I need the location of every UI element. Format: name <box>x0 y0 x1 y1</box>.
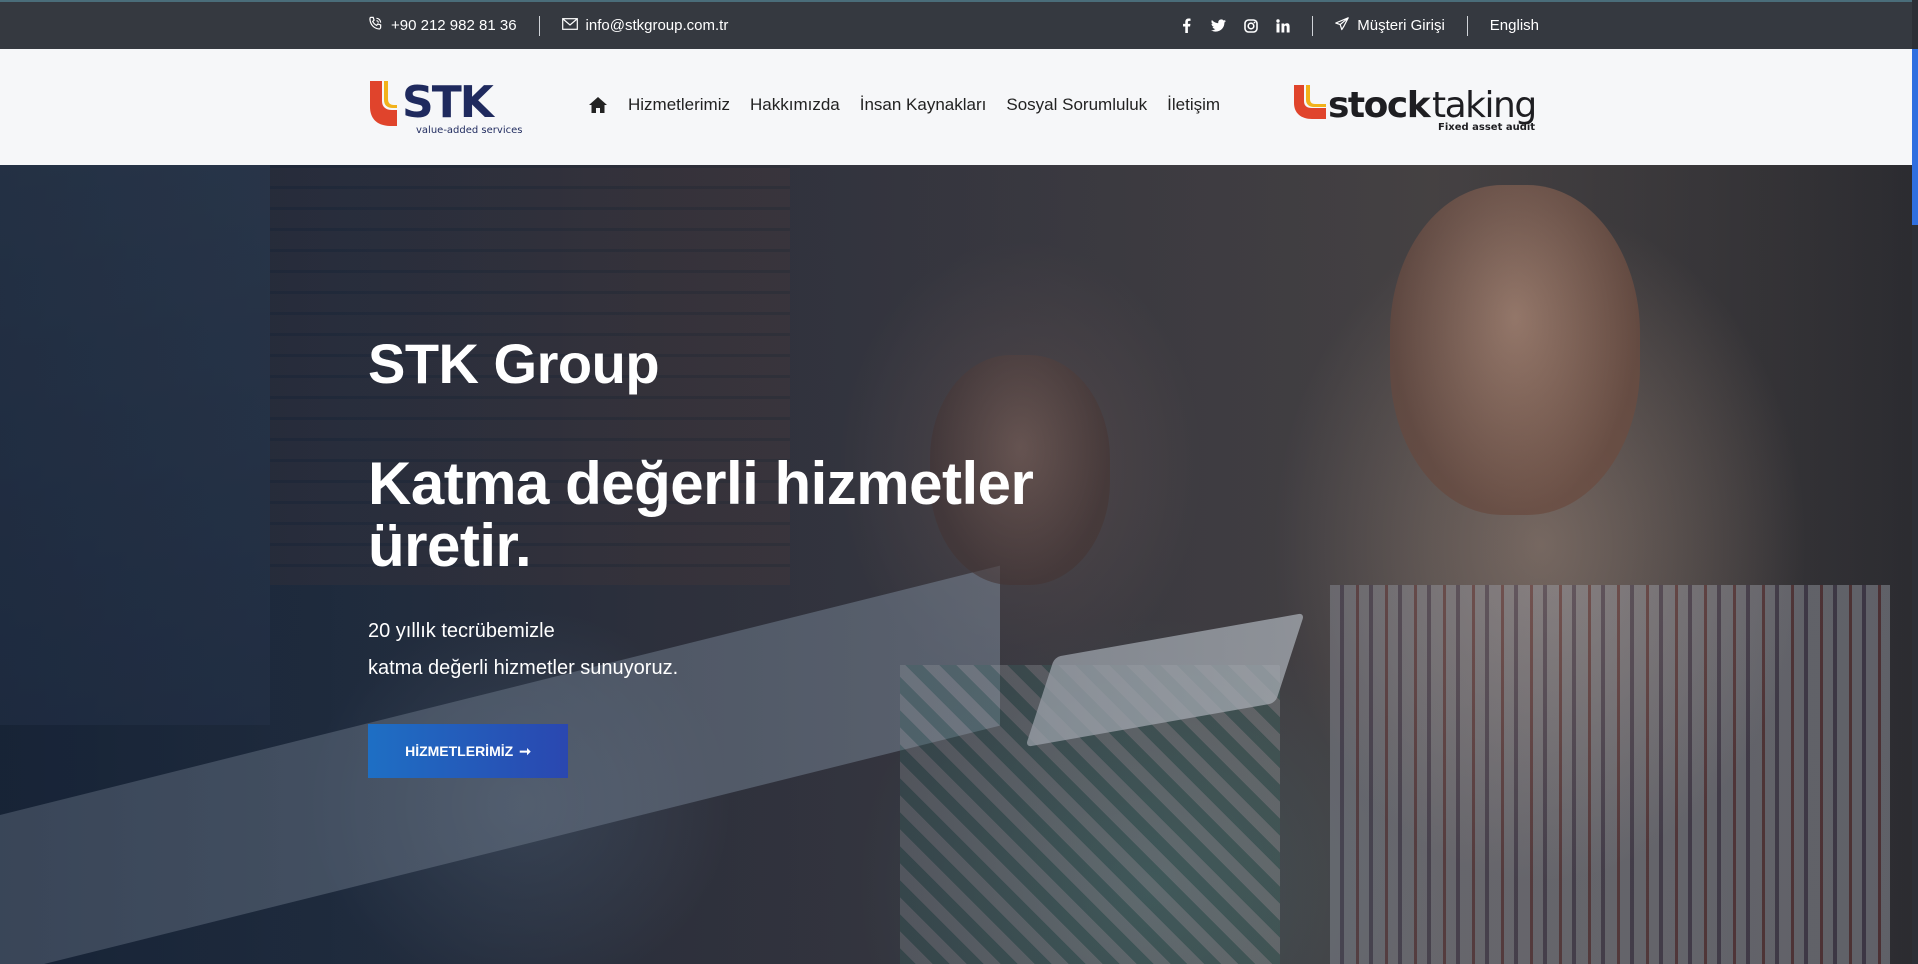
hero-banner: STK Group Katma değerli hizmetler üretir… <box>0 165 1912 964</box>
client-login-label: Müşteri Girişi <box>1357 17 1445 34</box>
partner-tagline: Fixed asset audit <box>1438 122 1535 133</box>
scrollbar-thumb[interactable] <box>1912 49 1918 225</box>
divider <box>538 15 540 36</box>
linkedin-icon[interactable] <box>1275 18 1290 33</box>
nav-item-social-responsibility[interactable]: Sosyal Sorumluluk <box>1006 95 1147 115</box>
social-links <box>1179 18 1290 33</box>
divider <box>1466 15 1468 36</box>
hero-description-line: 20 yıllık tecrübemizle <box>368 620 555 642</box>
arrow-right-icon: ➞ <box>519 742 531 759</box>
hero-headline: Katma değerli hizmetler üretir. <box>368 450 1034 579</box>
email-link[interactable]: info@stkgroup.com.tr <box>561 17 729 34</box>
top-bar: +90 212 982 81 36 info@stkgroup.com.tr M… <box>0 0 1912 49</box>
main-header: STK value-added services Hizmetlerimiz H… <box>0 49 1912 165</box>
email-address: info@stkgroup.com.tr <box>585 17 729 34</box>
nav-item-contact[interactable]: İletişim <box>1167 95 1220 115</box>
envelope-icon <box>561 17 578 34</box>
stk-logo[interactable]: STK value-added services <box>368 77 528 137</box>
paper-plane-icon <box>1335 16 1350 35</box>
main-nav: Hizmetlerimiz Hakkımızda İnsan Kaynaklar… <box>588 95 1220 115</box>
partner-logo-light: taking <box>1432 85 1536 126</box>
client-login-link[interactable]: Müşteri Girişi <box>1335 16 1445 35</box>
facebook-icon[interactable] <box>1179 18 1194 33</box>
logo-tagline: value-added services <box>416 125 522 136</box>
topbar-right: Müşteri Girişi English <box>1179 2 1539 49</box>
stocktaking-logo[interactable]: stock taking Fixed asset audit <box>1292 83 1542 133</box>
logo-text: STK <box>402 79 496 128</box>
phone-number: +90 212 982 81 36 <box>391 17 517 34</box>
contact-info: +90 212 982 81 36 info@stkgroup.com.tr <box>368 2 728 49</box>
services-cta-button[interactable]: HİZMETLERİMİZ ➞ <box>368 724 568 778</box>
divider <box>1312 15 1314 36</box>
nav-item-services[interactable]: Hizmetlerimiz <box>628 95 730 115</box>
phone-link[interactable]: +90 212 982 81 36 <box>368 16 517 35</box>
home-icon[interactable] <box>588 96 608 114</box>
partner-logo-bold: stock <box>1328 85 1432 126</box>
instagram-icon[interactable] <box>1243 18 1258 33</box>
hero-brand: STK Group <box>368 332 660 395</box>
phone-icon <box>368 16 383 35</box>
language-switch[interactable]: English <box>1490 17 1539 34</box>
twitter-icon[interactable] <box>1211 18 1227 33</box>
hero-description-line: katma değerli hizmetler sunuyoruz. <box>368 657 679 679</box>
cta-label: HİZMETLERİMİZ <box>405 743 514 759</box>
nav-item-hr[interactable]: İnsan Kaynakları <box>860 95 987 115</box>
hero-description: 20 yıllık tecrübemizle katma değerli hiz… <box>368 613 678 687</box>
page-scrollbar[interactable] <box>1912 49 1918 964</box>
nav-item-about[interactable]: Hakkımızda <box>750 95 840 115</box>
